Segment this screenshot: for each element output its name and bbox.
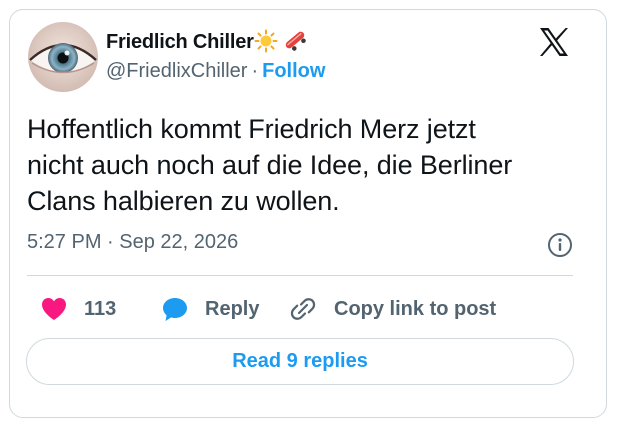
read-replies-label: Read 9 replies bbox=[232, 350, 368, 372]
author-display-name[interactable]: Friedlich Chiller bbox=[106, 31, 254, 53]
avatar[interactable] bbox=[28, 22, 98, 92]
copy-link-label: Copy link to post bbox=[334, 297, 497, 320]
tweet-text: Hoffentlich kommt Friedrich Merz jetzt n… bbox=[27, 114, 513, 216]
link-icon bbox=[289, 295, 317, 323]
heart-icon bbox=[40, 296, 68, 322]
author-handle[interactable]: @FriedlixChiller bbox=[106, 60, 247, 82]
tweet-timestamp[interactable]: 5:27 PM · Sep 22, 2026 bbox=[27, 231, 238, 254]
x-logo-icon[interactable] bbox=[537, 25, 571, 59]
copy-link-button[interactable]: Copy link to post bbox=[289, 292, 496, 326]
reply-bubble-icon bbox=[161, 295, 189, 323]
reply-label: Reply bbox=[205, 297, 260, 320]
handle-separator: · bbox=[251, 60, 259, 82]
follow-button[interactable]: Follow bbox=[262, 60, 325, 82]
skateboard-icon bbox=[282, 27, 308, 59]
like-button[interactable]: 113 bbox=[40, 292, 116, 326]
eye-avatar-image bbox=[28, 22, 98, 92]
reply-button[interactable]: Reply bbox=[161, 292, 259, 326]
author-display-name-row[interactable]: Friedlich Chiller bbox=[106, 27, 308, 59]
action-divider bbox=[27, 275, 573, 276]
read-replies-button[interactable]: Read 9 replies bbox=[26, 338, 574, 385]
author-handle-row: @FriedlixChiller · Follow bbox=[106, 60, 325, 83]
like-count: 113 bbox=[84, 297, 117, 320]
sun-icon bbox=[254, 29, 278, 59]
info-icon[interactable] bbox=[547, 232, 573, 258]
